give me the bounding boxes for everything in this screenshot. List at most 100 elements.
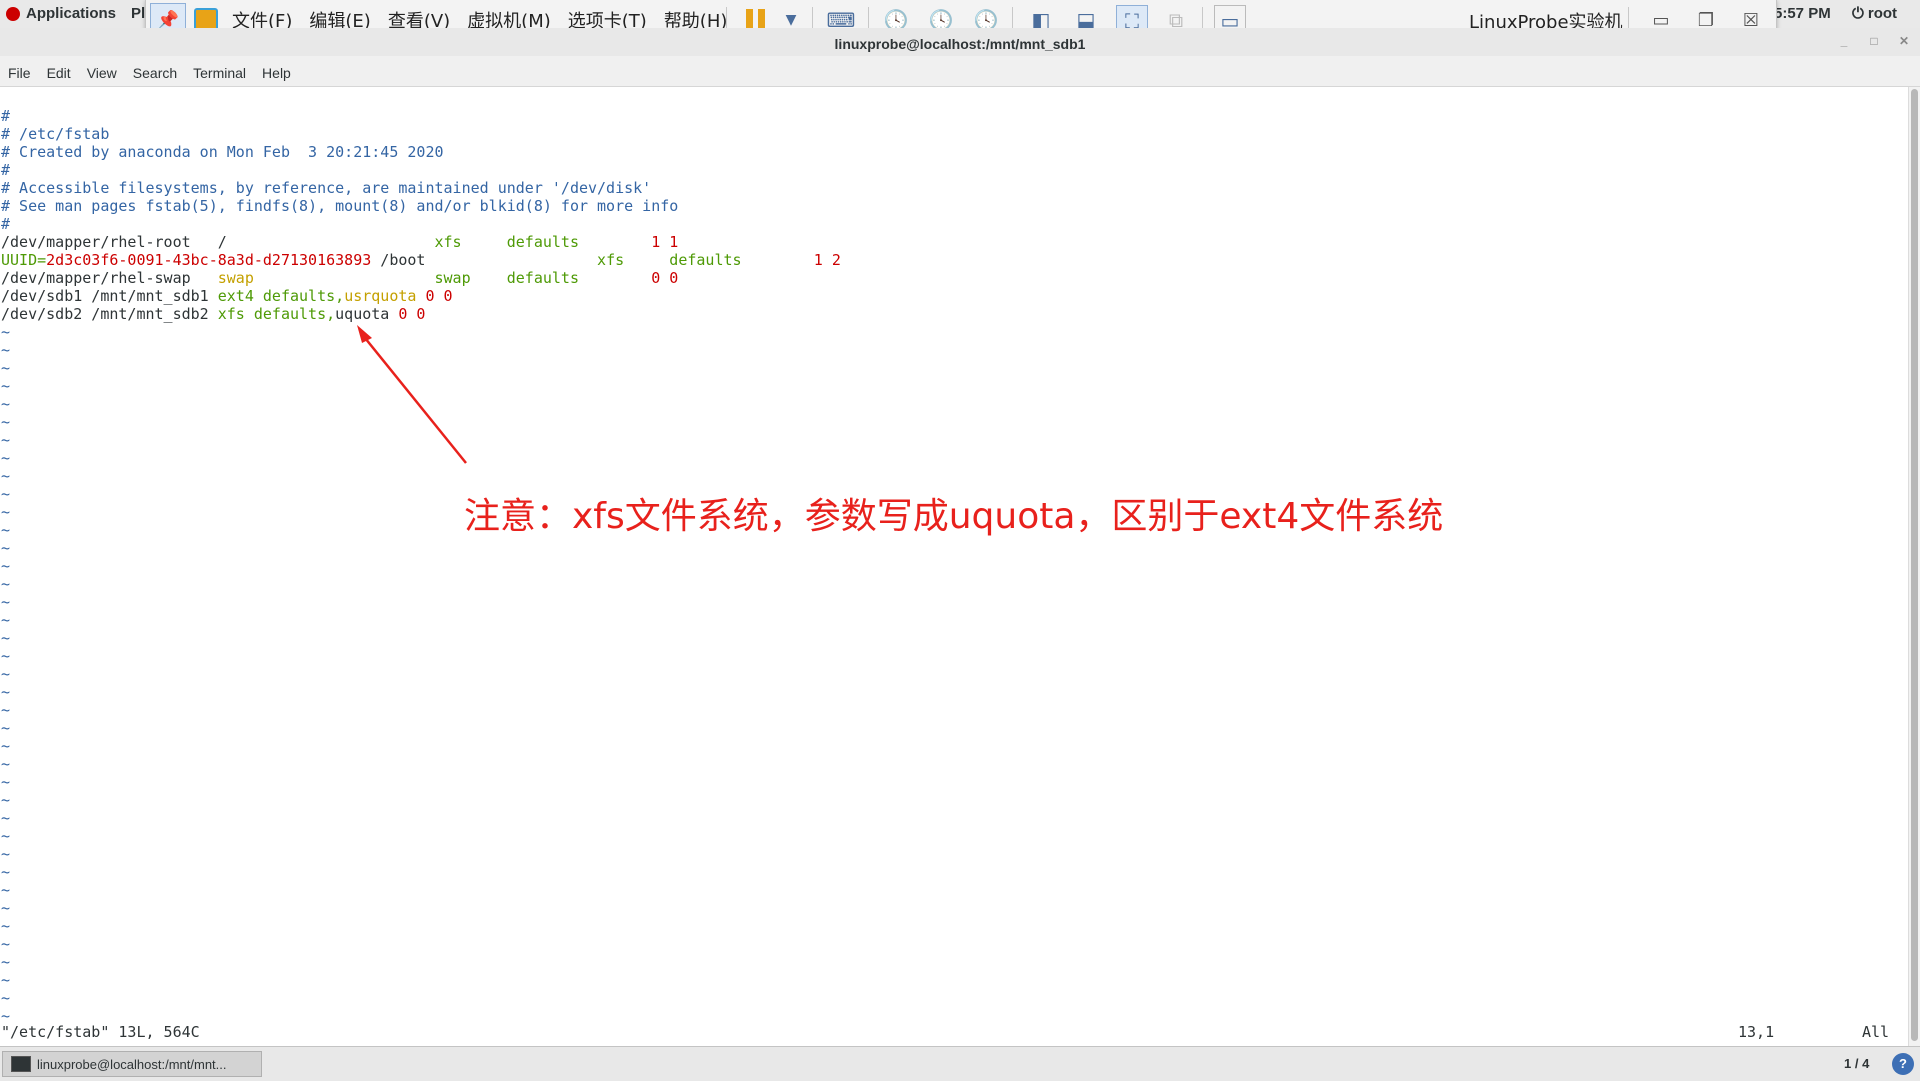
empty-line-tilde: ~: [1, 593, 11, 611]
file-line-segment: # Created by anaconda on Mon Feb 3 20:21…: [1, 143, 444, 161]
file-line-segment: xfs defaults,: [217, 305, 336, 323]
applications-menu[interactable]: Applications: [6, 5, 116, 22]
terminal-scrollbar[interactable]: [1908, 87, 1920, 1047]
empty-line-tilde: ~: [1, 341, 11, 359]
terminal-menu-help[interactable]: Help: [262, 65, 291, 81]
file-line-segment: uquota: [335, 305, 390, 323]
places-menu[interactable]: Pl: [131, 5, 145, 22]
empty-line-tilde: ~: [1, 809, 11, 827]
empty-line-tilde: ~: [1, 575, 11, 593]
file-line-segment: 0 0: [398, 305, 426, 323]
file-line: /dev/mapper/rhel-swap swap swap defaults…: [1, 269, 678, 287]
empty-line-tilde: ~: [1, 413, 11, 431]
file-line-segment: /dev/sdb2 /mnt/mnt_sdb2: [1, 305, 218, 323]
file-line-segment: 2d3c03f6-0091-43bc-8a3d-d27130163893: [46, 251, 372, 269]
empty-line-tilde: ~: [1, 917, 11, 935]
scrollbar-thumb[interactable]: [1911, 89, 1918, 1041]
empty-line-tilde: ~: [1, 377, 11, 395]
empty-line-tilde: ~: [1, 665, 11, 683]
terminal-maximize-icon[interactable]: □: [1864, 34, 1884, 52]
empty-line-tilde: ~: [1, 827, 11, 845]
empty-line-tilde: ~: [1, 935, 11, 953]
terminal-minimize-icon[interactable]: _: [1834, 34, 1854, 52]
file-line-segment: /dev/sdb1 /mnt/mnt_sdb1: [1, 287, 218, 305]
terminal-menu-terminal[interactable]: Terminal: [193, 65, 246, 81]
file-line-segment: #: [1, 215, 11, 233]
taskbar-terminal-item[interactable]: linuxprobe@localhost:/mnt/mnt...: [2, 1051, 262, 1077]
empty-line-tilde: ~: [1, 701, 11, 719]
file-line-segment: #: [1, 161, 11, 179]
file-line-segment: # Accessible filesystems, by reference, …: [1, 179, 652, 197]
file-line-segment: [254, 269, 435, 287]
file-line-segment: xfs defaults: [597, 251, 814, 269]
empty-line-tilde: ~: [1, 755, 11, 773]
empty-line-tilde: ~: [1, 737, 11, 755]
empty-line-tilde: ~: [1, 773, 11, 791]
user-label: root: [1867, 5, 1898, 22]
file-line: # See man pages fstab(5), findfs(8), mou…: [1, 197, 678, 215]
terminal-menu-edit[interactable]: Edit: [47, 65, 71, 81]
file-line: UUID=2d3c03f6-0091-43bc-8a3d-d2713016389…: [1, 251, 841, 269]
empty-line-tilde: ~: [1, 323, 11, 341]
terminal-content[interactable]: # # /etc/fstab # Created by anaconda on Mo…: [0, 87, 1908, 1047]
terminal-icon: [11, 1056, 31, 1072]
empty-line-tilde: ~: [1, 989, 11, 1007]
empty-line-tilde: ~: [1, 629, 11, 647]
empty-line-tilde: ~: [1, 953, 11, 971]
empty-line-tilde: ~: [1, 557, 11, 575]
terminal-close-icon[interactable]: ✕: [1894, 34, 1914, 52]
empty-line-tilde: ~: [1, 521, 11, 539]
file-line: # Created by anaconda on Mon Feb 3 20:21…: [1, 143, 444, 161]
file-line-segment: /dev/mapper/rhel-swap: [1, 269, 218, 287]
file-line-segment: 1 1: [651, 233, 679, 251]
file-line-segment: # /etc/fstab: [1, 125, 110, 143]
terminal-menu-search[interactable]: Search: [133, 65, 177, 81]
help-icon[interactable]: ?: [1892, 1053, 1914, 1075]
user-menu[interactable]: ⏻ root: [1852, 5, 1897, 22]
file-line-segment: swap: [217, 269, 254, 287]
annotation-text: 注意：xfs文件系统，参数写成uquota，区别于ext4文件系统: [464, 496, 1444, 537]
empty-line-tilde: ~: [1, 359, 11, 377]
redhat-logo-icon: [6, 6, 20, 21]
empty-line-tilde: ~: [1, 683, 11, 701]
terminal-titlebar: linuxprobe@localhost:/mnt/mnt_sdb1 _ □ ✕: [0, 28, 1920, 56]
file-line: /dev/mapper/rhel-root / xfs defaults 1 1: [1, 233, 678, 251]
file-line-segment: # See man pages fstab(5), findfs(8), mou…: [1, 197, 679, 215]
file-info: "/etc/fstab" 13L, 564C: [1, 1023, 200, 1041]
empty-line-tilde: ~: [1, 791, 11, 809]
clock[interactable]: 5:57 PM: [1774, 5, 1831, 22]
file-line-segment: #: [1, 107, 11, 125]
file-line-segment: swap defaults: [434, 269, 652, 287]
empty-line-tilde: ~: [1, 467, 11, 485]
file-line-segment: /dev/mapper/rhel-root /: [1, 233, 435, 251]
terminal-menu-view[interactable]: View: [87, 65, 117, 81]
empty-line-tilde: ~: [1, 503, 11, 521]
empty-line-tilde: ~: [1, 431, 11, 449]
terminal-menu-file[interactable]: File: [8, 65, 31, 81]
terminal-title: linuxprobe@localhost:/mnt/mnt_sdb1: [834, 36, 1086, 52]
empty-line-tilde: ~: [1, 899, 11, 917]
empty-line-tilde: ~: [1, 647, 11, 665]
taskbar-terminal-label: linuxprobe@localhost:/mnt/mnt...: [37, 1056, 227, 1072]
file-line: #: [1, 215, 10, 233]
file-line-segment: /boot: [371, 251, 598, 269]
power-icon: ⏻: [1852, 5, 1864, 22]
workspace-indicator[interactable]: 1 / 4: [1844, 1056, 1869, 1071]
file-line-segment: xfs defaults: [434, 233, 652, 251]
bottom-taskbar: linuxprobe@localhost:/mnt/mnt... 1 / 4 ?: [0, 1046, 1920, 1081]
empty-line-tilde: ~: [1, 971, 11, 989]
file-line-segment: UUID=: [1, 251, 47, 269]
file-line: #: [1, 161, 10, 179]
file-line-segment: ext4 defaults,: [217, 287, 345, 305]
file-line: # /etc/fstab: [1, 125, 109, 143]
file-line: /dev/sdb2 /mnt/mnt_sdb2 xfs defaults,uqu…: [1, 305, 425, 323]
empty-line-tilde: ~: [1, 881, 11, 899]
file-line-segment: 0 0: [651, 269, 679, 287]
file-line: # Accessible filesystems, by reference, …: [1, 179, 651, 197]
empty-line-tilde: ~: [1, 863, 11, 881]
terminal-menubar: File Edit View Search Terminal Help: [0, 56, 1920, 87]
empty-line-tilde: ~: [1, 611, 11, 629]
file-line-segment: 0 0: [425, 287, 453, 305]
scroll-indicator: All: [1862, 1023, 1890, 1041]
empty-line-tilde: ~: [1, 845, 11, 863]
